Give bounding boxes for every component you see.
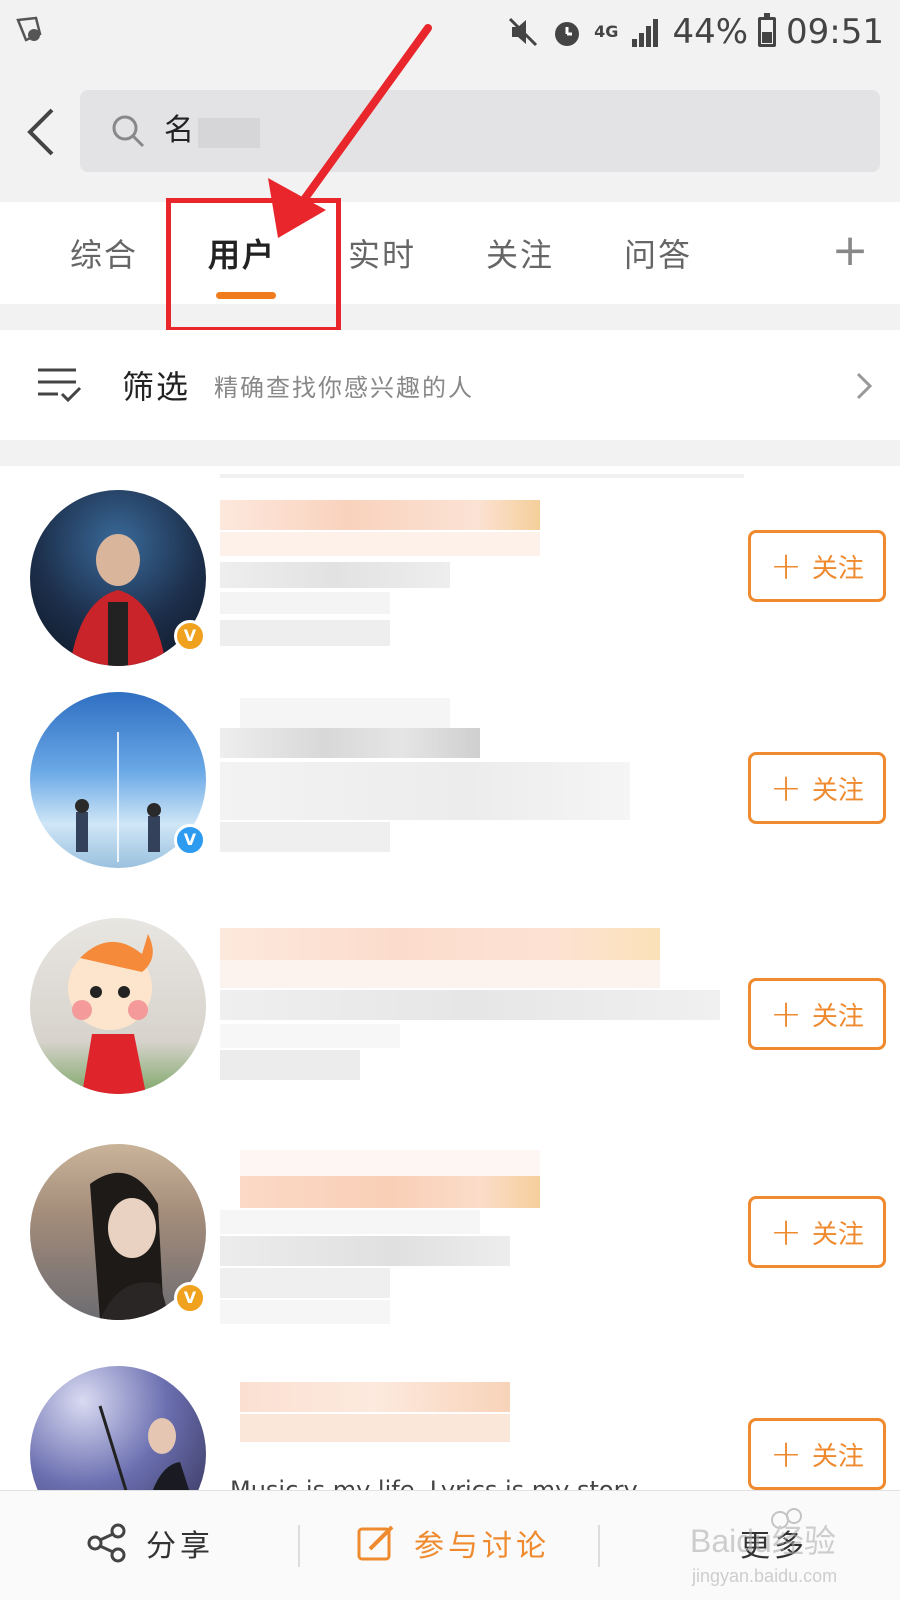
tab-bar: 综合 用户 实时 关注 问答 + [0, 202, 900, 304]
signal-icon [632, 19, 659, 47]
blurred-description [220, 592, 390, 614]
list-item[interactable]: + 关注 [0, 918, 900, 1138]
tab-following[interactable]: 关注 [486, 230, 554, 276]
blurred-name [240, 698, 450, 728]
follow-button[interactable]: + 关注 [748, 978, 886, 1050]
edit-icon [357, 1525, 394, 1561]
blurred-name [240, 1150, 540, 1176]
blurred-description [220, 762, 630, 820]
tab-all[interactable]: 综合 [70, 230, 138, 276]
battery-percent: 44% [672, 12, 749, 52]
annotation-highlight-box [166, 198, 341, 332]
user-list: V + 关注 V + 关注 + 关注 V + 关注 + 关注 [0, 466, 900, 1490]
verified-badge: V [174, 1282, 206, 1314]
list-item[interactable]: V + 关注 [0, 466, 900, 686]
filter-row[interactable]: 筛选 精确查找你感兴趣的人 [0, 330, 900, 440]
follow-button[interactable]: + 关注 [748, 752, 886, 824]
list-item[interactable]: + 关注 [0, 1366, 900, 1490]
tab-qa[interactable]: 问答 [624, 230, 692, 276]
filter-list-icon [38, 368, 82, 403]
blurred-name [240, 1414, 510, 1442]
battery-icon [758, 13, 777, 47]
blurred-description [220, 822, 390, 852]
search-input[interactable]: 名 [80, 90, 880, 172]
blurred-name [240, 1382, 510, 1412]
blurred-description [220, 1236, 510, 1266]
blurred-description [220, 562, 450, 588]
blurred-description [220, 1024, 400, 1048]
search-header: 名 [0, 64, 900, 200]
follow-label: 关注 [811, 1001, 864, 1032]
follow-label: 关注 [811, 775, 864, 806]
blurred-description [220, 1210, 480, 1234]
list-item[interactable]: V + 关注 [0, 692, 900, 912]
baidu-watermark: Baidu经验 jingyan.baidu.com [690, 1502, 890, 1592]
avatar[interactable] [30, 918, 206, 1094]
blurred-name [220, 500, 540, 530]
search-icon [112, 115, 145, 148]
status-bar: 4G 44% 09:51 [0, 0, 900, 64]
divider [298, 1525, 300, 1567]
follow-button[interactable]: + 关注 [748, 1196, 886, 1268]
search-query: 名 [164, 113, 194, 148]
alarm-icon [555, 22, 580, 46]
tab-realtime[interactable]: 实时 [348, 230, 416, 276]
notification-icon [16, 16, 42, 42]
blurred-description [220, 1300, 390, 1324]
share-button[interactable]: 分享 [86, 1521, 214, 1565]
watermark-url: jingyan.baidu.com [691, 1566, 837, 1586]
blurred-name [240, 1176, 540, 1208]
list-item[interactable]: V + 关注 [0, 1144, 900, 1364]
blurred-query [198, 118, 260, 148]
follow-button[interactable]: + 关注 [748, 530, 886, 602]
verified-badge: V [174, 620, 206, 652]
blurred-description [220, 620, 390, 646]
blurred-description [220, 1268, 390, 1298]
share-label: 分享 [146, 1529, 214, 1564]
blurred-description [220, 1050, 360, 1080]
plus-icon: + [770, 544, 802, 588]
follow-label: 关注 [811, 1219, 864, 1250]
chevron-right-icon [856, 372, 873, 400]
blurred-description [220, 728, 480, 758]
plus-icon: + [770, 766, 802, 810]
blurred-name [220, 928, 660, 960]
verified-badge: V [174, 824, 206, 856]
avatar[interactable] [30, 1366, 206, 1490]
add-tab-button[interactable]: + [830, 226, 870, 276]
follow-button[interactable]: + 关注 [748, 1418, 886, 1490]
share-icon [87, 1523, 126, 1563]
filter-title: 筛选 [122, 368, 191, 406]
discuss-button[interactable]: 参与讨论 [356, 1521, 550, 1565]
divider [598, 1525, 600, 1567]
plus-icon: + [770, 992, 802, 1036]
clock: 09:51 [786, 12, 884, 52]
follow-label: 关注 [811, 553, 864, 584]
back-icon[interactable] [18, 104, 74, 160]
blurred-description [220, 990, 720, 1020]
blurred-name [220, 532, 540, 556]
plus-icon: + [770, 1210, 802, 1254]
blurred-name [220, 960, 660, 988]
filter-description: 精确查找你感兴趣的人 [214, 374, 474, 402]
follow-label: 关注 [811, 1441, 864, 1472]
network-type: 4G [594, 22, 619, 41]
plus-icon: + [770, 1432, 802, 1476]
mute-vibrate-icon [509, 17, 538, 47]
watermark-brand: Baidu经验 [690, 1523, 836, 1559]
discuss-label: 参与讨论 [414, 1529, 550, 1564]
